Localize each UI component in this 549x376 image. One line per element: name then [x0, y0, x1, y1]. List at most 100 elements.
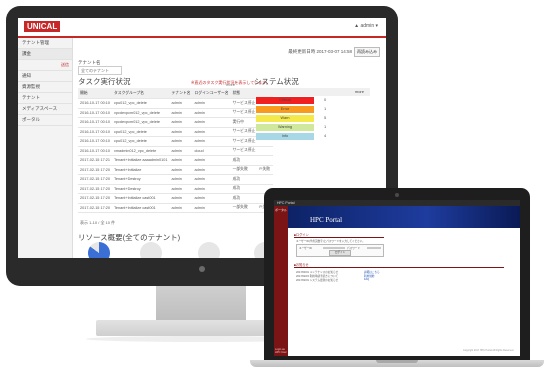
table-cell: Tenant+Destroy — [111, 174, 170, 185]
table-cell: 2017-02-15 17:20 — [78, 184, 112, 194]
table-cell: Tenant+Initialize cast001 — [111, 203, 170, 213]
sidebar-item-portal[interactable]: ポータル — [18, 115, 72, 126]
power-led — [199, 266, 205, 272]
status-badge: Critical — [256, 97, 314, 104]
monitor-stand — [156, 286, 246, 322]
table-row[interactable]: 2016-10-17 00:10 vpcdevpcm012_vpc_delete a… — [78, 108, 273, 118]
table-cell: vpcdevpcm012_vpc_delete — [111, 108, 170, 118]
portal-sidebar-item[interactable]: ポータル — [275, 208, 287, 212]
laptop: HPC Portal ポータル Login as HPC User HPC Po… — [264, 188, 530, 360]
system-more-link[interactable]: more — [355, 89, 364, 94]
status-badge: Warning — [256, 124, 314, 131]
table-cell: admin — [192, 127, 231, 137]
status-count: 0 — [324, 97, 327, 102]
sidebar-item-billing[interactable]: 課金 — [18, 49, 72, 60]
table-cell: 2017-02-15 17:20 — [78, 174, 112, 185]
table-cell: 一部失敗 — [230, 165, 258, 175]
table-cell: cpu012_vpc_delete — [111, 127, 170, 137]
table-row[interactable]: 2017-02-15 17:20 Tenant+Destroy admin admin… — [78, 174, 273, 185]
table-cell: admin — [169, 155, 193, 166]
system-status-panel: more Critical 0 Error 1 Warn 5 Warning 1 Info 4 — [254, 88, 370, 141]
table-cell: 成功 — [230, 174, 258, 185]
user-id-label: ユーザーID — [299, 247, 312, 250]
table-cell: admin — [192, 136, 231, 147]
table-cell: admin — [192, 184, 231, 194]
table-cell: admin — [169, 184, 193, 194]
sidebar-item-send[interactable]: 送信 — [18, 60, 72, 71]
table-cell: Tenant+Initialize cast001 — [111, 193, 170, 204]
table-row[interactable]: 2017-02-15 17:20 Tenant+Initialize cast00… — [78, 193, 273, 204]
sidebar: テナント管理 課金 送信 通知 資源監視 テナント メディアスペース ポータル — [18, 38, 73, 258]
table-cell: admin — [192, 203, 231, 213]
app-logo: UNICAL — [24, 21, 61, 32]
portal-sidebar-footer: Login as HPC User — [275, 348, 287, 354]
sidebar-item-label: テナント管理 — [22, 40, 49, 45]
table-cell: Tenant+Initialize aaaadmin0101 — [111, 155, 170, 166]
table-cell: 2017-02-15 17:20 — [78, 165, 112, 175]
section-divider — [294, 267, 504, 268]
table-row[interactable]: 2016-10-17 00:10 cpu012_vpc_delete admin ad… — [78, 98, 273, 109]
table-row[interactable]: 2016-10-17 00:10 vpcdevpcm012_vpc_delete a… — [78, 117, 273, 128]
table-cell: admin — [169, 193, 193, 204]
table-row[interactable]: 2017-02-15 17:20 Tenant+Initialize admin ad… — [78, 165, 273, 175]
table-cell — [257, 146, 273, 156]
table-row[interactable]: 2016-10-17 00:10 cpu012_vpc_delete admin ad… — [78, 127, 273, 137]
last-update-text: 最終更新日時 2017-03-07 14:58 — [288, 49, 352, 54]
sidebar-item-media[interactable]: メディアスペース — [18, 104, 72, 115]
table-cell: admin — [192, 117, 231, 128]
news-link[interactable]: FAQ — [364, 278, 369, 281]
table-cell: admin — [169, 146, 193, 156]
table-cell: 成功 — [230, 184, 258, 194]
table-cell: admin — [169, 117, 193, 128]
laptop-screen: HPC Portal ポータル Login as HPC User HPC Po… — [274, 200, 520, 356]
system-status-row[interactable]: Warn 5 — [254, 114, 370, 123]
sidebar-item-notify[interactable]: 通知 — [18, 71, 72, 82]
table-cell: 2016-10-17 00:10 — [78, 98, 112, 109]
table-cell: Tenant+Destroy — [111, 184, 170, 194]
resource-section-title: リソース概要(全てのテナント) — [78, 233, 181, 242]
table-cell: admin — [169, 98, 193, 109]
portal-banner-title: HPC Portal — [310, 216, 343, 224]
sidebar-item-label: 課金 — [22, 51, 31, 56]
table-cell: admin — [192, 155, 231, 166]
column-header[interactable]: ログインユーザー名 — [192, 88, 231, 99]
table-cell: admin — [192, 174, 231, 185]
table-row[interactable]: 2017-02-15 17:20 Tenant+Destroy admin admin… — [78, 184, 273, 194]
status-count: 1 — [324, 124, 327, 129]
sidebar-item-label: ポータル — [22, 117, 40, 122]
sidebar-item-tenant-admin[interactable]: テナント管理 — [18, 38, 72, 49]
system-status-row[interactable]: Warning 1 — [254, 123, 370, 132]
login-button[interactable]: ログイン — [329, 250, 351, 256]
portal-footer: Copyright 2017 HPC Portal All Rights Res… — [462, 349, 514, 352]
task-more-link[interactable]: more — [226, 82, 235, 87]
refresh-button[interactable]: 再読み込み — [354, 47, 380, 57]
sidebar-item-tenant[interactable]: テナント — [18, 93, 72, 104]
table-cell: 成功 — [230, 193, 258, 204]
portal-banner: HPC Portal — [288, 206, 520, 228]
table-cell — [257, 174, 273, 185]
sidebar-item-resource[interactable]: 資源監視 — [18, 82, 72, 93]
table-cell: admin — [192, 165, 231, 175]
system-section-title: システム状況 — [254, 77, 299, 86]
user-id-input[interactable] — [323, 247, 345, 249]
table-row[interactable]: 2016-10-17 00:10 cpu012_vpc_delete admin ad… — [78, 136, 273, 147]
table-cell: admin — [192, 193, 231, 204]
table-row[interactable]: 2017-02-15 17:21 Tenant+Initialize aaaadm… — [78, 155, 273, 166]
column-header[interactable]: 開始 — [78, 88, 112, 99]
tenant-select[interactable]: 全てのテナント — [78, 66, 122, 75]
task-section-title: タスク実行状況 — [78, 77, 131, 86]
system-status-row[interactable]: Info 4 — [254, 132, 370, 141]
sidebar-item-label: メディアスペース — [22, 106, 58, 111]
system-status-row[interactable]: Critical 0 — [254, 96, 370, 105]
table-cell: admin — [169, 165, 193, 175]
system-status-row[interactable]: Error 1 — [254, 105, 370, 114]
table-row[interactable]: 2017-02-15 17:20 Tenant+Initialize cast00… — [78, 203, 273, 213]
column-header[interactable]: タスクグループ名 — [111, 88, 170, 99]
table-row[interactable]: 2016-10-17 00:10 vmadmin012_vpc_delete adm… — [78, 146, 273, 156]
column-header[interactable]: テナント名 — [169, 88, 193, 99]
password-input[interactable] — [367, 247, 381, 249]
table-cell: admin — [192, 108, 231, 118]
user-menu[interactable]: ▲ admin ▾ — [354, 23, 378, 29]
table-cell: 2016-10-17 00:10 — [78, 127, 112, 137]
login-instruction: ユーザーID(半角英数字)とパスワードを入力してください。 — [296, 240, 365, 243]
